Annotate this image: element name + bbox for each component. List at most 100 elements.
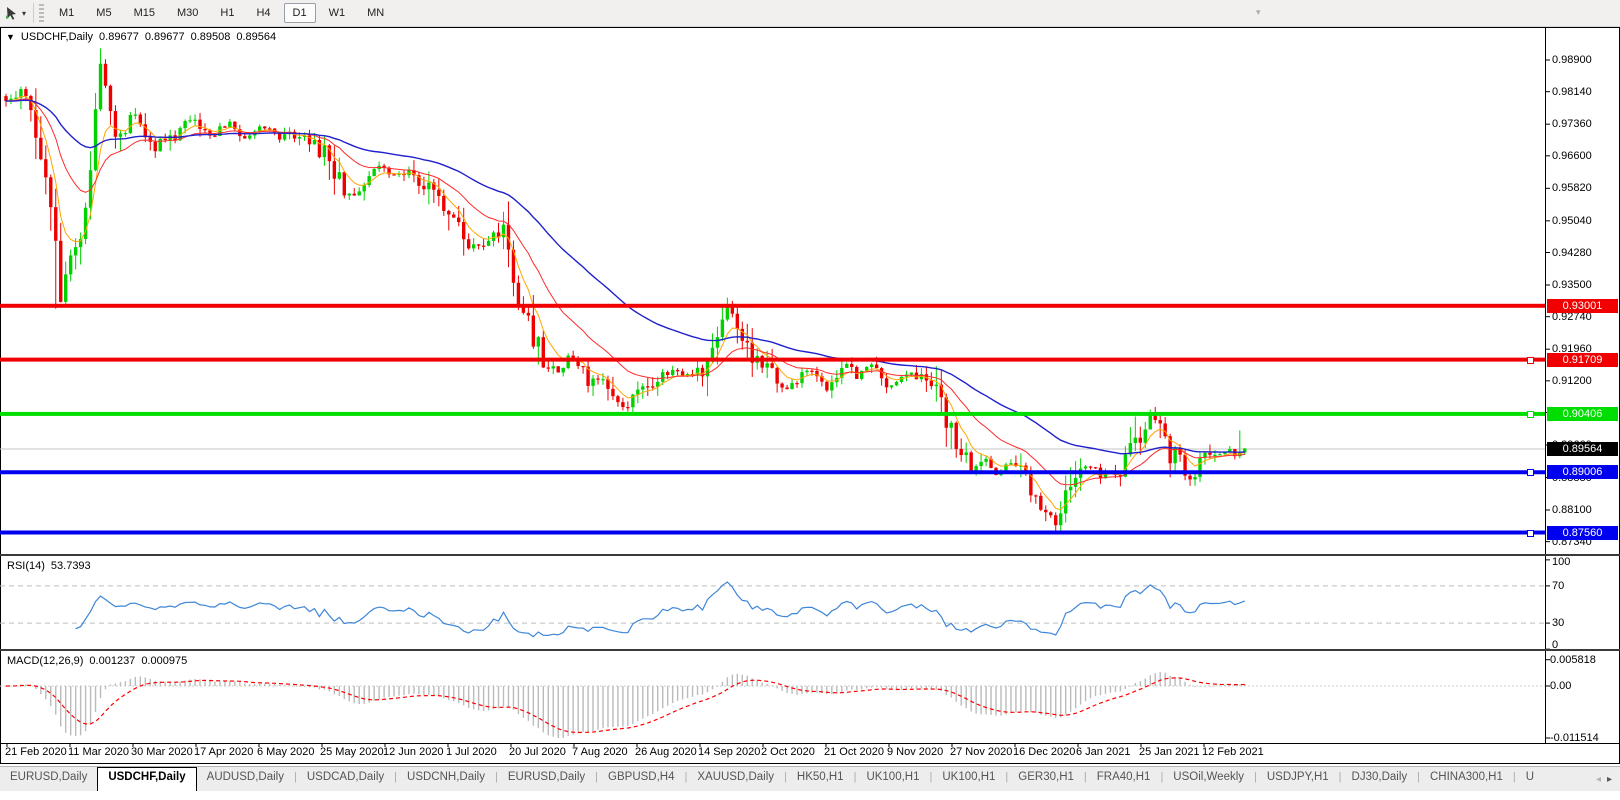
time-axis-label: 9 Nov 2020 — [887, 746, 943, 758]
tab-scroll-right-icon[interactable]: ▸ — [1607, 774, 1612, 785]
timeframe-buttons: M1M5M15M30H1H4D1W1MN — [48, 0, 395, 26]
chart-canvas[interactable] — [0, 0, 1620, 800]
rsi-axis-label: 70 — [1552, 580, 1564, 592]
time-axis-label: 14 Sep 2020 — [698, 746, 760, 758]
cursor-tool-button[interactable]: ▾ — [1, 2, 30, 24]
time-axis-label: 16 Dec 2020 — [1013, 746, 1075, 758]
chart-tab-dj30-daily[interactable]: DJ30,Daily — [1342, 767, 1418, 791]
collapse-chart-icon[interactable]: ▼ — [6, 32, 15, 42]
rsi-indicator-value: 53.7393 — [51, 560, 91, 572]
macd-axis-label: -0.011514 — [1550, 732, 1599, 744]
price-tick-label: 0.95820 — [1552, 182, 1592, 194]
chart-tab-u[interactable]: U — [1516, 767, 1544, 791]
chart-tab-uk100-h1[interactable]: UK100,H1 — [856, 767, 929, 791]
timeframe-m30[interactable]: M30 — [168, 3, 207, 23]
chart-tab-eurusd-daily[interactable]: EURUSD,Daily — [0, 767, 97, 791]
timeframe-w1[interactable]: W1 — [320, 3, 355, 23]
time-axis-label: 6 Jan 2021 — [1076, 746, 1130, 758]
chart-symbol-label: USDCHF,Daily — [21, 31, 93, 43]
macd-axis-label: 0.005818 — [1550, 654, 1596, 666]
chart-tab-eurusd-daily[interactable]: EURUSD,Daily — [498, 767, 595, 791]
timeframe-m1[interactable]: M1 — [50, 3, 83, 23]
chart-tab-usoil-weekly[interactable]: USOil,Weekly — [1163, 767, 1254, 791]
horizontal-level-line — [0, 412, 1545, 416]
rsi-macd-splitter[interactable] — [0, 649, 1620, 651]
price-level-label[interactable]: 0.87560 — [1547, 526, 1618, 540]
time-axis-label: 12 Jun 2020 — [383, 746, 444, 758]
timeframe-m15[interactable]: M15 — [125, 3, 164, 23]
hline-handle[interactable] — [1527, 411, 1534, 418]
time-axis-label: 6 May 2020 — [257, 746, 314, 758]
time-axis-label: 27 Nov 2020 — [950, 746, 1012, 758]
chart-open-value: 0.89677 — [99, 31, 139, 43]
price-level-label[interactable]: 0.93001 — [1547, 299, 1618, 313]
timeframe-m5[interactable]: M5 — [87, 3, 120, 23]
chart-tab-usdcad-daily[interactable]: USDCAD,Daily — [297, 767, 394, 791]
rsi-axis-label: 100 — [1552, 556, 1570, 568]
current-price-label: 0.89564 — [1547, 442, 1618, 456]
chart-title: ▼ USDCHF,Daily 0.89677 0.89677 0.89508 0… — [6, 31, 276, 43]
timeframe-mn[interactable]: MN — [358, 3, 393, 23]
chart-tab-audusd-daily[interactable]: AUDUSD,Daily — [197, 767, 294, 791]
chart-high-value: 0.89677 — [145, 31, 185, 43]
chart-tab-usdjpy-h1[interactable]: USDJPY,H1 — [1257, 767, 1339, 791]
timeframe-d1[interactable]: D1 — [284, 3, 316, 23]
price-rsi-splitter[interactable] — [0, 554, 1620, 556]
horizontal-level-line — [0, 531, 1545, 535]
tab-scroll-arrows: ◂ ▸ — [1590, 767, 1618, 791]
toolbar-grip-handle[interactable] — [39, 4, 44, 22]
chart-tab-gbpusd-h4[interactable]: GBPUSD,H4 — [598, 767, 684, 791]
macd-pane-label: MACD(12,26,9) 0.001237 0.000975 — [7, 655, 187, 667]
time-axis-label: 17 Apr 2020 — [194, 746, 253, 758]
price-tick-label: 0.93500 — [1552, 279, 1592, 291]
horizontal-level-line — [0, 358, 1545, 362]
timeframe-h4[interactable]: H4 — [247, 3, 279, 23]
chart-tab-usdcnh-daily[interactable]: USDCNH,Daily — [397, 767, 495, 791]
chart-tab-bar: EURUSD,DailyUSDCHF,DailyAUDUSD,Daily|USD… — [0, 766, 1620, 791]
hline-handle[interactable] — [1527, 469, 1534, 476]
price-level-label[interactable]: 0.91709 — [1547, 353, 1618, 367]
time-axis-label: 30 Mar 2020 — [131, 746, 193, 758]
rsi-pane-label: RSI(14) 53.7393 — [7, 560, 91, 572]
time-axis-label: 12 Feb 2021 — [1202, 746, 1264, 758]
cursor-tool-caret-icon[interactable]: ▾ — [22, 9, 26, 18]
tab-scroll-left-icon[interactable]: ◂ — [1596, 774, 1601, 785]
chart-tab-uk100-h1[interactable]: UK100,H1 — [932, 767, 1005, 791]
time-axis-label: 11 Mar 2020 — [68, 746, 129, 758]
time-axis-label: 20 Jul 2020 — [509, 746, 566, 758]
chart-tab-xauusd-daily[interactable]: XAUUSD,Daily — [687, 767, 784, 791]
moving-average-48 — [6, 100, 1245, 454]
mt4-terminal: ▾ M1M5M15M30H1H4D1W1MN ▾ ▼ USDCHF,Daily … — [0, 0, 1620, 800]
time-axis-label: 21 Oct 2020 — [824, 746, 884, 758]
price-tick-label: 0.88100 — [1552, 504, 1592, 516]
time-axis-label: 25 May 2020 — [320, 746, 384, 758]
chart-tabs: EURUSD,DailyUSDCHF,DailyAUDUSD,Daily|USD… — [0, 767, 1544, 791]
rsi-indicator-name: RSI(14) — [7, 560, 45, 572]
toolbar-separator — [33, 3, 34, 23]
chart-low-value: 0.89508 — [191, 31, 231, 43]
macd-indicator-name: MACD(12,26,9) — [7, 655, 83, 667]
toolbar-overflow-icon[interactable]: ▾ — [1256, 7, 1261, 18]
chart-tab-china300-h1[interactable]: CHINA300,H1 — [1420, 767, 1513, 791]
chart-tab-usdchf-daily[interactable]: USDCHF,Daily — [97, 767, 196, 791]
hline-handle[interactable] — [1527, 530, 1534, 537]
macd-histogram — [5, 672, 1245, 738]
moving-average-6 — [6, 96, 1245, 509]
price-tick-label: 0.97360 — [1552, 118, 1592, 130]
price-tick-label: 0.98140 — [1552, 86, 1592, 98]
timeframe-h1[interactable]: H1 — [211, 3, 243, 23]
time-axis-label: 21 Feb 2020 — [5, 746, 67, 758]
price-tick-label: 0.91200 — [1552, 375, 1592, 387]
price-tick-label: 0.95040 — [1552, 215, 1592, 227]
moving-average-18 — [6, 99, 1245, 485]
chart-tab-ger30-h1[interactable]: GER30,H1 — [1008, 767, 1084, 791]
price-level-label[interactable]: 0.89006 — [1547, 465, 1618, 479]
price-tick-label: 0.96600 — [1552, 150, 1592, 162]
chart-tab-hk50-h1[interactable]: HK50,H1 — [787, 767, 854, 791]
price-level-label[interactable]: 0.90406 — [1547, 407, 1618, 421]
hline-handle[interactable] — [1527, 357, 1534, 364]
rsi-axis-label: 30 — [1552, 617, 1564, 629]
time-axis-label: 1 Jul 2020 — [446, 746, 497, 758]
chart-tab-fra40-h1[interactable]: FRA40,H1 — [1087, 767, 1161, 791]
macd-main-value: 0.001237 — [89, 655, 135, 667]
